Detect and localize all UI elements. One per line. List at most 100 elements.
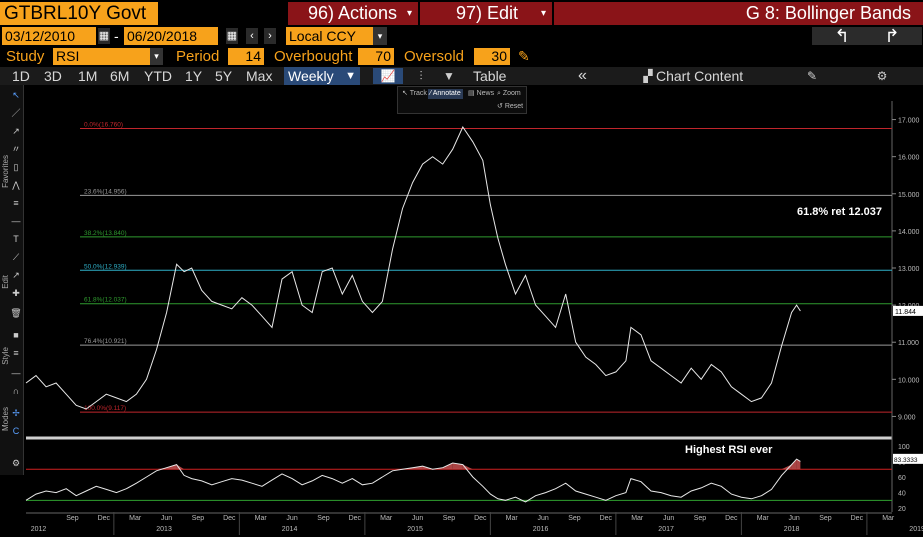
rsi-series-line [25,458,801,503]
chevron-left-icon[interactable]: ‹ [246,28,258,44]
calendar-icon[interactable]: ▦ [226,28,238,44]
rsi-y-tick-label: 60 [898,475,906,482]
range-3d[interactable]: 3D [44,67,62,85]
range-1y[interactable]: 1Y [185,67,202,85]
range-1d[interactable]: 1D [12,67,30,85]
x-tick-label: Sep [192,515,205,522]
x-tick-label: Jun [537,515,548,522]
price-panel [26,101,892,435]
cursor-icon: ↖ [402,90,410,97]
x-tick-label: Jun [161,515,172,522]
gear-icon[interactable]: ⚙ [874,68,890,84]
range-6m[interactable]: 6M [110,67,129,85]
rsi-annotation: Highest RSI ever [685,444,773,456]
end-date-input[interactable]: 06/20/2018 [124,27,218,45]
retracement-annotation: 61.8% ret 12.037 [797,206,883,218]
y-tick-label: 17.000 [898,118,920,125]
chart-content-button[interactable]: Chart Content [656,67,743,85]
fib-level-label: 0.0%(16.760) [84,121,123,128]
x-tick-label: Jun [788,515,799,522]
chevron-down-icon: ▾ [406,8,412,19]
actions-menu-button[interactable]: 96) Actions ▾ [288,2,418,25]
currency-select[interactable]: Local CCY [286,27,387,45]
bar-chart-icon[interactable]: ⫶ [410,68,432,84]
track-tool[interactable]: ↖ Track [402,89,427,99]
x-tick-label: Sep [443,515,456,522]
year-label: 2019 [909,526,923,533]
period-input[interactable]: 14 [228,48,264,65]
x-tick-label: Mar [631,515,644,522]
study-bar: Study RSI ▾ Period 14 Overbought 70 Over… [0,47,923,66]
chart-tools-panel: ↖ Track ⁄ Annotate ▤ News ⌕ Zoom ↺ Reset [397,86,527,114]
year-label: 2015 [407,526,423,533]
x-tick-label: Sep [317,515,330,522]
forward-arrow-icon[interactable]: ↱ [862,27,922,45]
x-tick-label: Sep [819,515,832,522]
reset-icon: ↺ [497,103,505,110]
x-tick-label: Sep [568,515,581,522]
fib-level-label: 23.6%(14.956) [84,188,127,195]
date-separator: - [114,28,119,44]
x-tick-label: Dec [474,515,487,522]
edit-icon[interactable]: ✎ [804,68,820,84]
chevron-down-icon[interactable]: ▾ [373,27,387,45]
edit-menu-button[interactable]: 97) Edit ▾ [420,2,552,25]
y-tick-label: 9.000 [898,414,916,421]
frequency-select[interactable]: Weekly ▼ [284,67,360,85]
chart-toolbar: 1D 3D 1M 6M YTD 1Y 5Y Max Weekly ▼ 📈 ⫶ ▼… [0,67,923,85]
rsi-y-tick-label: 20 [898,506,906,513]
study-select[interactable]: RSI [53,48,163,65]
x-tick-label: Mar [380,515,393,522]
pencil-icon[interactable]: ✎ [518,47,530,66]
x-tick-label: Jun [412,515,423,522]
x-tick-label: Jun [663,515,674,522]
x-tick-label: Mar [129,515,142,522]
caret-down-icon[interactable]: ▼ [440,68,458,84]
range-ytd[interactable]: YTD [144,67,172,85]
rsi-y-tick-label: 40 [898,491,906,498]
date-range-bar: 03/12/2010 ▦ - 06/20/2018 ▦ ‹ › Local CC… [0,27,923,45]
news-icon: ▤ [468,90,477,97]
range-5y[interactable]: 5Y [215,67,232,85]
line-chart-icon[interactable]: 📈 [373,68,403,84]
x-tick-label: Dec [851,515,864,522]
y-tick-label: 10.000 [898,377,920,384]
range-1m[interactable]: 1M [78,67,97,85]
year-label: 2014 [282,526,298,533]
fib-level-label: 76.4%(10.921) [84,338,127,345]
year-label: 2012 [31,526,47,533]
fib-level-label: 61.8%(12.037) [84,297,127,304]
x-tick-label: Mar [757,515,770,522]
collapse-icon[interactable]: « [578,67,587,85]
year-label: 2017 [658,526,674,533]
chevron-right-icon[interactable]: › [264,28,276,44]
caret-down-icon: ▼ [345,70,356,82]
study-label: Study [6,48,45,65]
oversold-input[interactable]: 30 [474,48,510,65]
x-tick-label: Dec [223,515,236,522]
edit-menu-label: 97) Edit [456,3,519,23]
x-tick-label: Jun [286,515,297,522]
y-tick-label: 13.000 [898,266,920,273]
chevron-down-icon[interactable]: ▾ [150,48,163,65]
x-tick-label: Dec [600,515,613,522]
zoom-tool[interactable]: ⌕ Zoom [497,89,521,99]
reset-tool[interactable]: ↺ Reset [497,102,523,112]
y-tick-label: 16.000 [898,155,920,162]
actions-menu-label: 96) Actions [308,3,398,23]
rsi-y-tick-label: 100 [898,444,910,451]
price-chart[interactable]: 9.00010.00011.00012.00013.00014.00015.00… [0,85,923,537]
range-max[interactable]: Max [246,67,272,85]
annotate-tool[interactable]: ⁄ Annotate [428,89,463,99]
news-tool[interactable]: ▤ News [468,89,494,99]
calendar-icon[interactable]: ▦ [98,28,110,44]
x-tick-label: Mar [882,515,895,522]
year-label: 2016 [533,526,549,533]
y-tick-label: 14.000 [898,229,920,236]
start-date-input[interactable]: 03/12/2010 [2,27,96,45]
ticker-field[interactable]: GTBRL10Y Govt [0,2,158,25]
x-tick-label: Mar [506,515,519,522]
overbought-input[interactable]: 70 [358,48,394,65]
oversold-label: Oversold [404,48,465,65]
table-button[interactable]: Table [473,67,506,85]
